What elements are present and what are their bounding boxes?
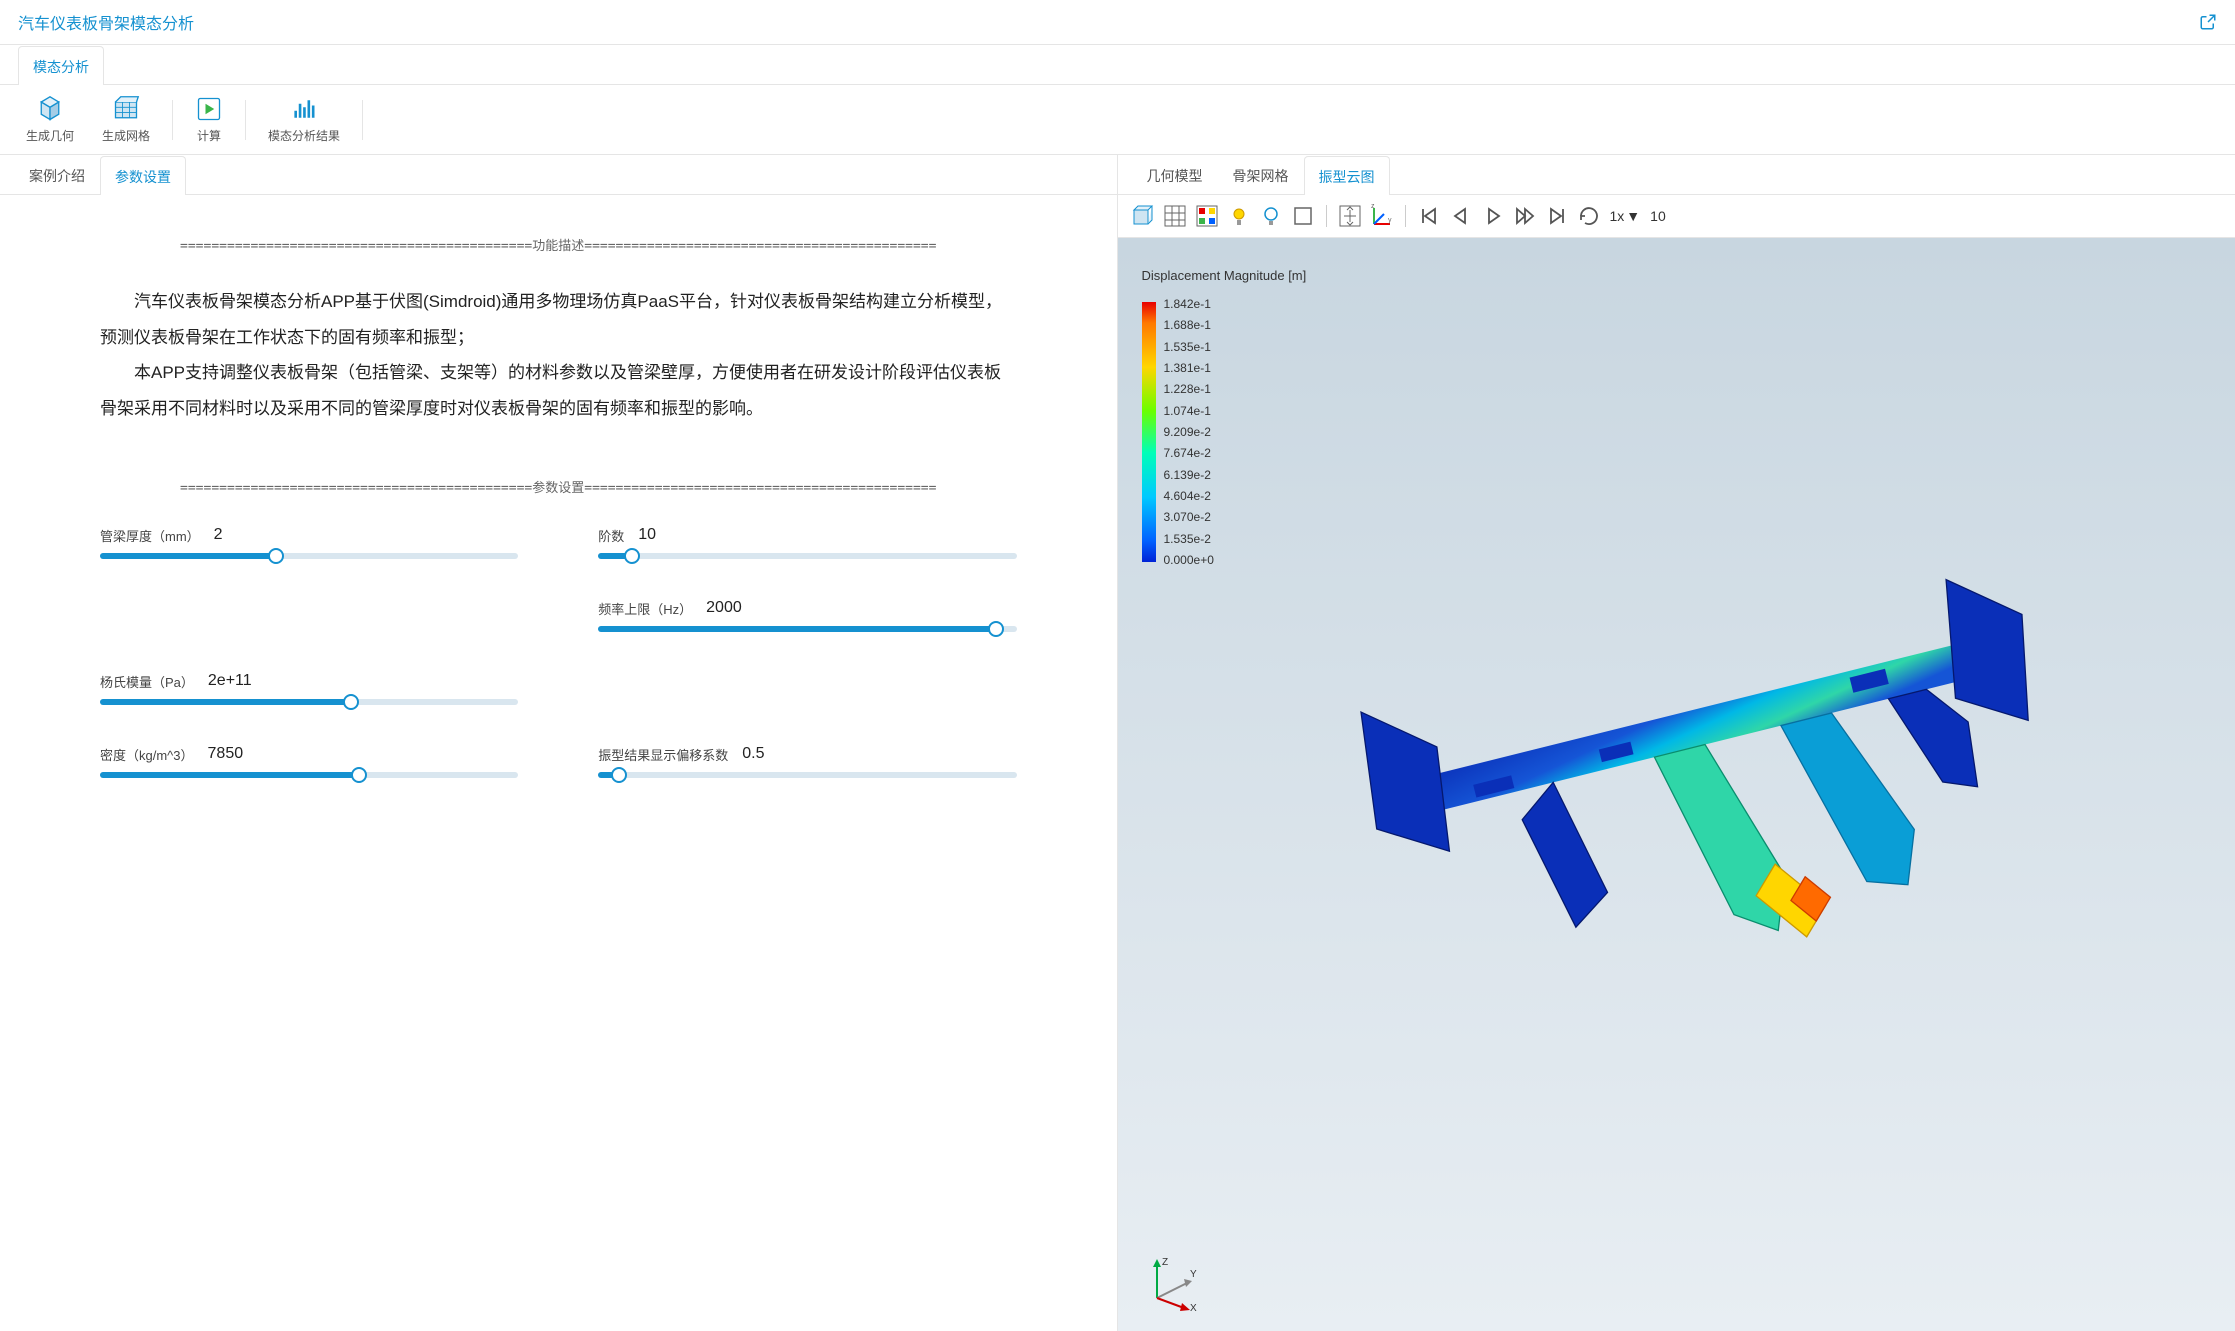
density-value: 7850 xyxy=(208,745,244,763)
tab-modal-analysis[interactable]: 模态分析 xyxy=(18,46,104,85)
view-cube-icon[interactable] xyxy=(1128,201,1158,231)
svg-text:y: y xyxy=(1388,217,1392,224)
view-axes-icon[interactable]: zy xyxy=(1367,201,1397,231)
youngs-label: 杨氏模量（Pa） xyxy=(100,672,194,691)
view-grid-icon[interactable] xyxy=(1160,201,1190,231)
description-p2: 本APP支持调整仪表板骨架（包括管梁、支架等）的材料参数以及管梁壁厚，方便使用者… xyxy=(100,355,1017,426)
popout-icon[interactable] xyxy=(2199,13,2217,31)
viewport-canvas[interactable]: Displacement Magnitude [m] 1.842e-1 1.68… xyxy=(1118,238,2235,1331)
generate-mesh-label: 生成网格 xyxy=(102,127,150,144)
play-fast-icon[interactable] xyxy=(1510,201,1540,231)
page-title: 汽车仪表板骨架模态分析 xyxy=(18,10,194,34)
view-bulb-icon[interactable] xyxy=(1256,201,1286,231)
tab-mode-shape[interactable]: 振型云图 xyxy=(1304,156,1390,195)
compute-label: 计算 xyxy=(197,127,221,144)
tab-skeleton-mesh[interactable]: 骨架网格 xyxy=(1218,155,1304,194)
tab-case-intro[interactable]: 案例介绍 xyxy=(14,155,100,194)
legend-title: Displacement Magnitude [m] xyxy=(1142,268,1307,283)
density-slider[interactable] xyxy=(100,772,518,778)
play-last-icon[interactable] xyxy=(1542,201,1572,231)
section-desc-divider: ========================================… xyxy=(0,205,1117,264)
generate-geometry-label: 生成几何 xyxy=(26,127,74,144)
svg-text:X: X xyxy=(1190,1303,1197,1313)
toolbar-separator xyxy=(362,100,363,140)
disp-coef-value: 0.5 xyxy=(742,745,764,763)
freq-upper-label: 频率上限（Hz） xyxy=(598,599,692,618)
section-params-divider: ========================================… xyxy=(0,447,1117,506)
playback-speed-selector[interactable]: 1x▼ xyxy=(1606,208,1645,224)
thickness-label: 管梁厚度（mm） xyxy=(100,526,200,545)
compute-button[interactable]: 计算 xyxy=(183,91,235,148)
view-fit-icon[interactable] xyxy=(1335,201,1365,231)
orders-slider[interactable] xyxy=(598,553,1016,559)
view-light-icon[interactable] xyxy=(1224,201,1254,231)
freq-upper-slider[interactable] xyxy=(598,626,1016,632)
orders-label: 阶数 xyxy=(598,526,624,545)
viz-separator xyxy=(1326,205,1327,227)
legend-values: 1.842e-1 1.688e-1 1.535e-1 1.381e-1 1.22… xyxy=(1164,297,1214,567)
view-colormap-icon[interactable] xyxy=(1192,201,1222,231)
simulation-model[interactable] xyxy=(1324,457,2106,1113)
viz-separator xyxy=(1405,205,1406,227)
toolbar-separator xyxy=(172,100,173,140)
disp-coef-label: 振型结果显示偏移系数 xyxy=(598,745,728,764)
youngs-slider[interactable] xyxy=(100,699,518,705)
tab-param-settings[interactable]: 参数设置 xyxy=(100,156,186,195)
axis-gizmo[interactable]: Z Y X xyxy=(1142,1253,1202,1313)
tab-geo-model[interactable]: 几何模型 xyxy=(1132,155,1218,194)
description-p1: 汽车仪表板骨架模态分析APP基于伏图(Simdroid)通用多物理场仿真PaaS… xyxy=(100,284,1017,355)
view-box-icon[interactable] xyxy=(1288,201,1318,231)
svg-text:Y: Y xyxy=(1190,1269,1197,1280)
disp-coef-slider[interactable] xyxy=(598,772,1016,778)
generate-mesh-button[interactable]: 生成网格 xyxy=(90,91,162,148)
loop-icon[interactable] xyxy=(1574,201,1604,231)
toolbar-separator xyxy=(245,100,246,140)
play-icon[interactable] xyxy=(1478,201,1508,231)
modal-results-button[interactable]: 模态分析结果 xyxy=(256,91,352,148)
playback-frame: 10 xyxy=(1646,208,1670,224)
play-first-icon[interactable] xyxy=(1414,201,1444,231)
density-label: 密度（kg/m^3） xyxy=(100,745,194,764)
freq-upper-value: 2000 xyxy=(706,599,742,617)
modal-results-label: 模态分析结果 xyxy=(268,127,340,144)
svg-text:Z: Z xyxy=(1162,1257,1168,1268)
youngs-value: 2e+11 xyxy=(208,672,252,690)
svg-text:z: z xyxy=(1371,204,1375,210)
orders-value: 10 xyxy=(638,526,656,544)
thickness-value: 2 xyxy=(214,526,223,544)
generate-geometry-button[interactable]: 生成几何 xyxy=(14,91,86,148)
thickness-slider[interactable] xyxy=(100,553,518,559)
play-prev-icon[interactable] xyxy=(1446,201,1476,231)
legend-colorbar xyxy=(1142,302,1156,562)
